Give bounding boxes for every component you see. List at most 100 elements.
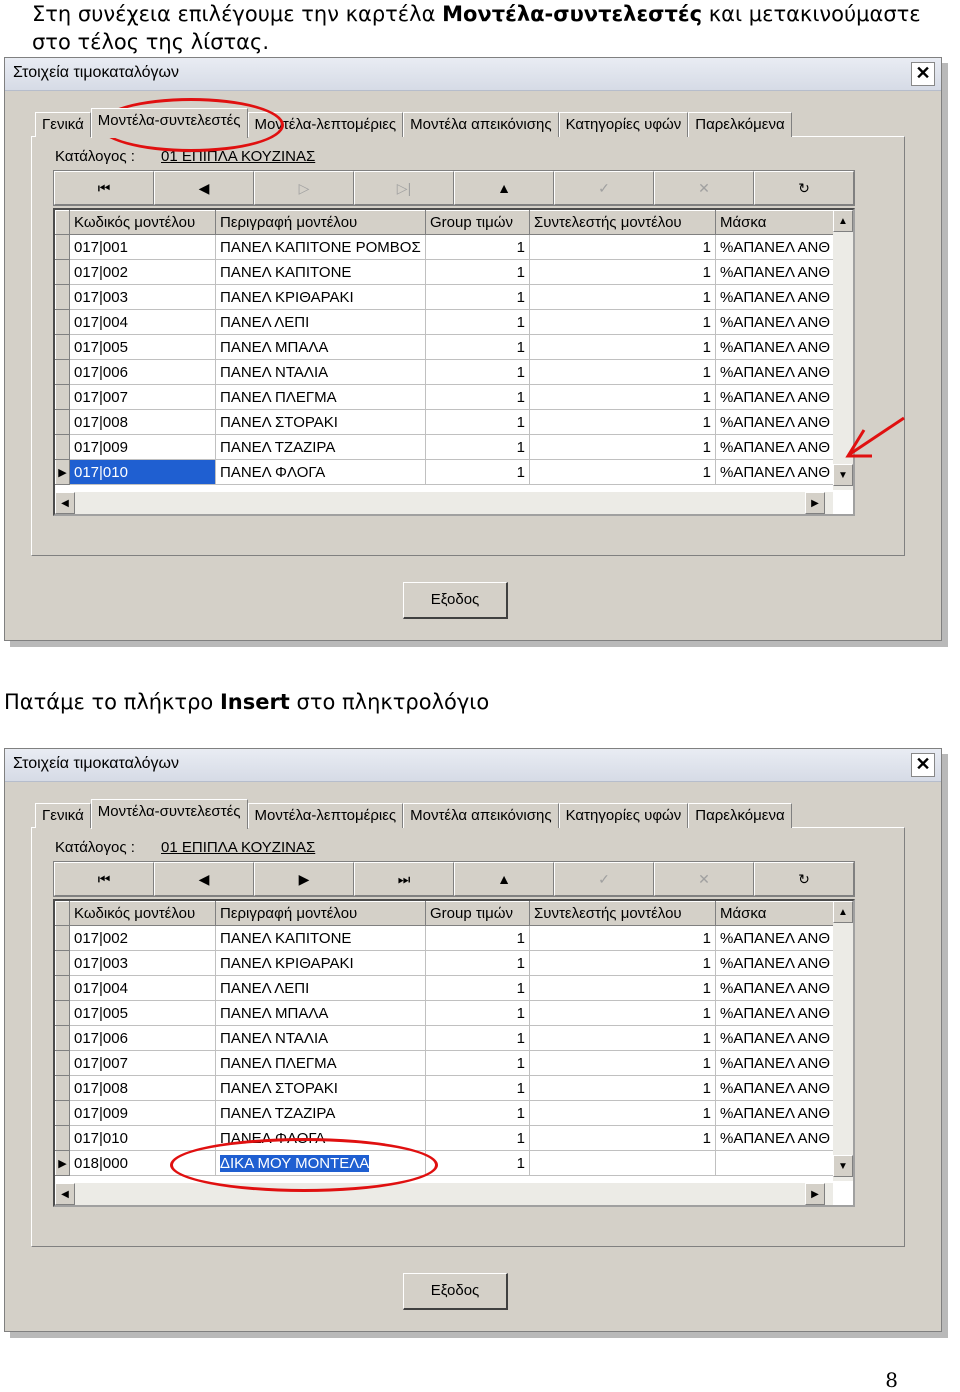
- cell-model-code[interactable]: 017|005: [69, 334, 216, 360]
- cell-price-group[interactable]: 1: [425, 1125, 530, 1151]
- scroll-left-icon[interactable]: ◀: [55, 1183, 75, 1205]
- cell-price-group[interactable]: 1: [425, 409, 530, 435]
- cell-model-code[interactable]: 017|009: [69, 434, 216, 460]
- cell-model-coefficient[interactable]: 1: [529, 975, 716, 1001]
- cell-model-description[interactable]: ΠΑΝΕΛ ΚΑΠΙΤΟΝΕ ΡΟΜΒΟΣ: [215, 234, 426, 260]
- cell-model-coefficient[interactable]: 1: [529, 459, 716, 485]
- cell-model-description[interactable]: ΠΑΝΕΛ ΦΛΟΓΑ: [215, 459, 426, 485]
- cell-price-group[interactable]: 1: [425, 1050, 530, 1076]
- col-model-description[interactable]: Περιγραφή μοντέλου: [215, 210, 426, 235]
- row-indicator[interactable]: [55, 409, 70, 435]
- col-model-coefficient[interactable]: Συντελεστής μοντέλου: [529, 210, 716, 235]
- scroll-down-icon[interactable]: ▼: [833, 1155, 853, 1177]
- cell-model-coefficient[interactable]: 1: [529, 1125, 716, 1151]
- row-indicator[interactable]: [55, 950, 70, 976]
- cell-price-group[interactable]: 1: [425, 1025, 530, 1051]
- cell-model-code[interactable]: 017|009: [69, 1100, 216, 1126]
- close-button[interactable]: ✕: [911, 62, 935, 86]
- cell-model-code[interactable]: 017|007: [69, 384, 216, 410]
- first-icon[interactable]: ⏮: [54, 862, 154, 896]
- cell-model-description[interactable]: ΠΑΝΕΛ ΛΕΠΙ: [215, 975, 426, 1001]
- scroll-left-icon[interactable]: ◀: [55, 492, 75, 514]
- cell-model-coefficient[interactable]: 1: [529, 409, 716, 435]
- cell-model-code[interactable]: 017|003: [69, 950, 216, 976]
- table-row[interactable]: 017|006 ΠΑΝΕΛ ΝΤΑΛΙΑ 1 1 %ΑΠΑΝΕΛ ΑΝΘ: [55, 1025, 836, 1051]
- cell-model-coefficient[interactable]: 1: [529, 950, 716, 976]
- cell-price-group[interactable]: 1: [425, 259, 530, 285]
- cell-mask[interactable]: %ΑΠΑΝΕΛ ΑΝΘ: [715, 259, 836, 285]
- cell-mask[interactable]: %ΑΠΑΝΕΛ ΑΝΘ: [715, 384, 836, 410]
- first-icon[interactable]: ⏮: [54, 171, 154, 205]
- cell-mask[interactable]: %ΑΠΑΝΕΛ ΑΝΘ: [715, 1075, 836, 1101]
- row-indicator[interactable]: [55, 975, 70, 1001]
- cell-model-description[interactable]: ΠΑΝΕΛ ΚΡΙΘΑΡΑΚΙ: [215, 950, 426, 976]
- cell-mask[interactable]: %ΑΠΑΝΕΛ ΑΝΘ: [715, 1125, 836, 1151]
- row-indicator[interactable]: [55, 259, 70, 285]
- col-model-coefficient[interactable]: Συντελεστής μοντέλου: [529, 901, 716, 926]
- cell-model-code[interactable]: 017|005: [69, 1000, 216, 1026]
- row-indicator[interactable]: [55, 309, 70, 335]
- cancel-icon[interactable]: ✕: [654, 862, 754, 896]
- row-indicator[interactable]: ▶: [55, 1150, 70, 1176]
- table-row[interactable]: 017|003 ΠΑΝΕΛ ΚΡΙΘΑΡΑΚΙ 1 1 %ΑΠΑΝΕΛ ΑΝΘ: [55, 284, 836, 310]
- cell-model-description[interactable]: ΠΑΝΕΛ ΝΤΑΛΙΑ: [215, 1025, 426, 1051]
- cell-model-description[interactable]: ΠΑΝΕΛ ΠΛΕΓΜΑ: [215, 384, 426, 410]
- cell-model-coefficient[interactable]: 1: [529, 384, 716, 410]
- cell-model-description[interactable]: ΠΑΝΕΛ ΛΕΠΙ: [215, 309, 426, 335]
- table-row[interactable]: 017|008 ΠΑΝΕΛ ΣΤΟΡΑΚΙ 1 1 %ΑΠΑΝΕΛ ΑΝΘ: [55, 409, 836, 435]
- cell-model-description[interactable]: ΠΑΝΕΛ ΤΖΑΖΙΡΑ: [215, 1100, 426, 1126]
- tab-general[interactable]: Γενικά: [35, 112, 91, 137]
- cell-model-coefficient[interactable]: 1: [529, 334, 716, 360]
- cell-model-coefficient[interactable]: 1: [529, 259, 716, 285]
- cell-price-group[interactable]: 1: [425, 459, 530, 485]
- cell-model-coefficient[interactable]: 1: [529, 234, 716, 260]
- cell-price-group[interactable]: 1: [425, 1075, 530, 1101]
- models-grid[interactable]: Κωδικός μοντέλου Περιγραφή μοντέλου Grou…: [53, 208, 855, 516]
- col-model-code[interactable]: Κωδικός μοντέλου: [69, 210, 216, 235]
- next-icon[interactable]: ▶: [254, 862, 354, 896]
- cell-model-code[interactable]: 017|008: [69, 409, 216, 435]
- cell-price-group[interactable]: 1: [425, 1150, 530, 1176]
- cell-mask[interactable]: %ΑΠΑΝΕΛ ΑΝΘ: [715, 459, 836, 485]
- cell-model-code[interactable]: 017|002: [69, 925, 216, 951]
- row-indicator[interactable]: [55, 1125, 70, 1151]
- cell-price-group[interactable]: 1: [425, 925, 530, 951]
- cell-mask[interactable]: %ΑΠΑΝΕΛ ΑΝΘ: [715, 309, 836, 335]
- cell-model-description[interactable]: ΠΑΝΕΛ ΜΠΑΛΑ: [215, 1000, 426, 1026]
- cell-price-group[interactable]: 1: [425, 359, 530, 385]
- cell-model-description[interactable]: ΠΑΝΕΛ ΣΤΟΡΑΚΙ: [215, 409, 426, 435]
- row-indicator[interactable]: [55, 384, 70, 410]
- cell-mask[interactable]: %ΑΠΑΝΕΛ ΑΝΘ: [715, 434, 836, 460]
- scroll-down-icon[interactable]: ▼: [833, 464, 853, 486]
- post-icon[interactable]: ✓: [554, 862, 654, 896]
- cell-model-coefficient[interactable]: 1: [529, 1000, 716, 1026]
- cancel-icon[interactable]: ✕: [654, 171, 754, 205]
- last-icon[interactable]: ▷|: [354, 171, 454, 205]
- cell-mask[interactable]: %ΑΠΑΝΕΛ ΑΝΘ: [715, 925, 836, 951]
- tab-accessories[interactable]: Παρελκόμενα: [688, 803, 792, 828]
- cell-mask[interactable]: %ΑΠΑΝΕΛ ΑΝΘ: [715, 1050, 836, 1076]
- cell-price-group[interactable]: 1: [425, 284, 530, 310]
- col-price-group[interactable]: Group τιμών: [425, 210, 530, 235]
- tab-texture-categories[interactable]: Κατηγορίες υφών: [558, 803, 689, 828]
- table-row[interactable]: 017|009 ΠΑΝΕΛ ΤΖΑΖΙΡΑ 1 1 %ΑΠΑΝΕΛ ΑΝΘ: [55, 1100, 836, 1126]
- cell-model-code[interactable]: 017|004: [69, 975, 216, 1001]
- cell-mask[interactable]: %ΑΠΑΝΕΛ ΑΝΘ: [715, 1025, 836, 1051]
- table-row[interactable]: 017|001 ΠΑΝΕΛ ΚΑΠΙΤΟΝΕ ΡΟΜΒΟΣ 1 1 %ΑΠΑΝΕΛ ΑΝ…: [55, 234, 836, 260]
- cell-model-description[interactable]: ΠΑΝΕΛ ΚΡΙΘΑΡΑΚΙ: [215, 284, 426, 310]
- cell-model-description[interactable]: ΠΑΝΕΛ ΜΠΑΛΑ: [215, 334, 426, 360]
- cell-model-coefficient[interactable]: 1: [529, 309, 716, 335]
- cell-model-coefficient[interactable]: [529, 1150, 716, 1176]
- cell-price-group[interactable]: 1: [425, 384, 530, 410]
- cell-mask[interactable]: %ΑΠΑΝΕΛ ΑΝΘ: [715, 334, 836, 360]
- exit-button[interactable]: Εξοδος: [403, 582, 508, 619]
- cell-model-code[interactable]: 017|001: [69, 234, 216, 260]
- cell-model-code[interactable]: 017|002: [69, 259, 216, 285]
- cell-model-code[interactable]: 017|007: [69, 1050, 216, 1076]
- row-indicator[interactable]: [55, 925, 70, 951]
- cell-price-group[interactable]: 1: [425, 1000, 530, 1026]
- col-mask[interactable]: Μάσκα: [714, 901, 836, 926]
- cell-mask[interactable]: %ΑΠΑΝΕΛ ΑΝΘ: [715, 1000, 836, 1026]
- row-indicator[interactable]: [55, 334, 70, 360]
- row-indicator[interactable]: [55, 234, 70, 260]
